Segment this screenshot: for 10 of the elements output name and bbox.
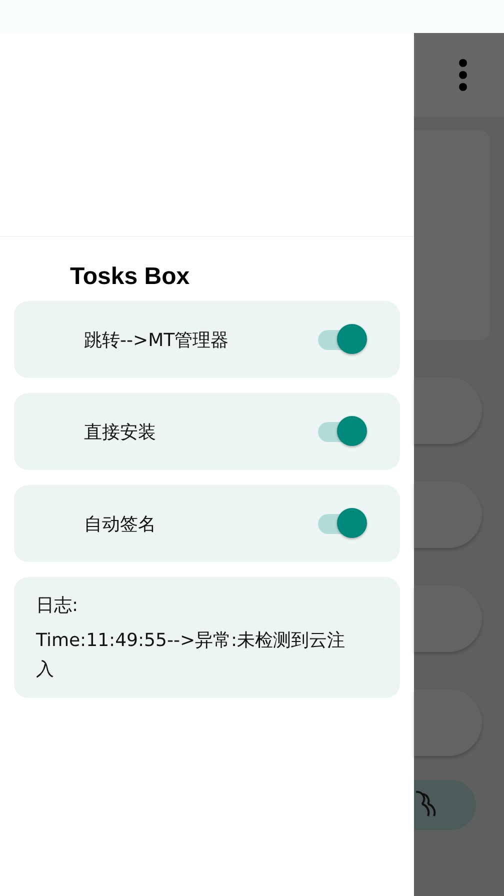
setting-label: 直接安装 bbox=[84, 420, 156, 444]
log-message: Time:11:49:55-->异常:未检测到云注入 bbox=[36, 629, 346, 682]
setting-label: 跳转-->MT管理器 bbox=[84, 328, 229, 352]
setting-label: 自动签名 bbox=[84, 512, 156, 536]
toggle-switch[interactable] bbox=[318, 414, 368, 448]
toggle-switch[interactable] bbox=[318, 322, 368, 356]
more-icon[interactable] bbox=[458, 59, 468, 91]
toggle-switch[interactable] bbox=[318, 506, 368, 540]
drawer-title: Tosks Box bbox=[69, 262, 191, 292]
log-label: 日志: bbox=[36, 594, 80, 618]
